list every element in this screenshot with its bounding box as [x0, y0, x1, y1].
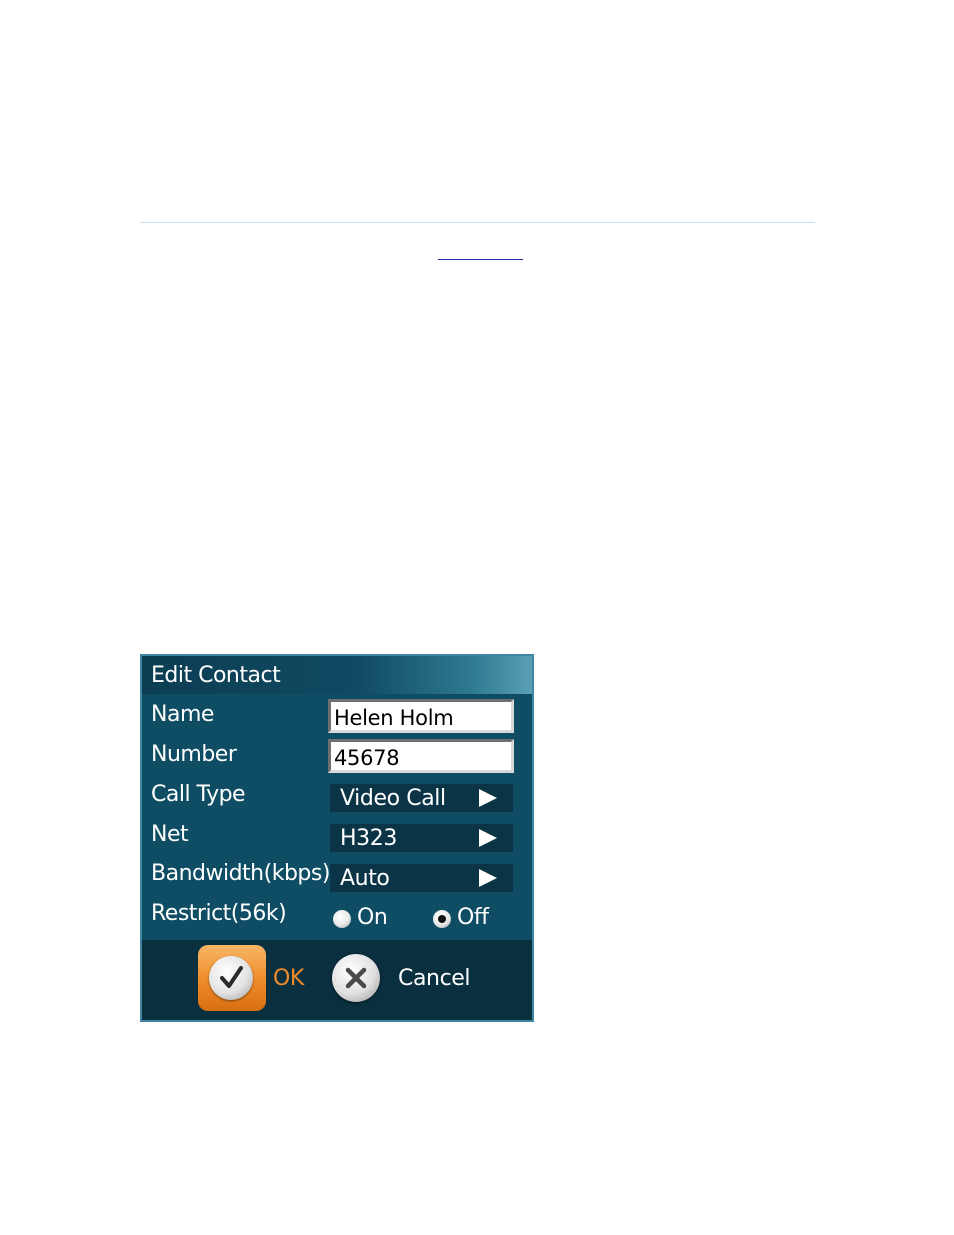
number-label: Number: [151, 742, 237, 767]
name-label: Name: [151, 702, 214, 727]
arrow-right-icon: [479, 829, 497, 847]
net-selector[interactable]: H323: [330, 824, 513, 852]
net-value: H323: [340, 826, 397, 851]
cancel-label[interactable]: Cancel: [398, 966, 471, 991]
document-link[interactable]: [438, 244, 523, 260]
restrict-on-label: On: [357, 905, 388, 930]
close-icon: [345, 967, 367, 989]
dialog-title: Edit Contact: [151, 663, 281, 688]
bandwidth-label: Bandwidth(kbps): [151, 861, 330, 886]
ok-label[interactable]: OK: [273, 966, 304, 991]
net-label: Net: [151, 822, 189, 847]
check-icon: [209, 956, 253, 1000]
edit-contact-dialog: Edit Contact Name Helen Holm Number 4567…: [140, 654, 534, 1022]
dialog-title-bar: Edit Contact: [142, 656, 532, 694]
ok-button[interactable]: [198, 945, 266, 1011]
arrow-right-icon: [479, 869, 497, 887]
cancel-button[interactable]: [332, 954, 380, 1002]
name-input[interactable]: Helen Holm: [328, 699, 514, 733]
bandwidth-value: Auto: [340, 866, 390, 891]
page: Edit Contact Name Helen Holm Number 4567…: [0, 0, 954, 1235]
restrict-label: Restrict(56k): [151, 901, 287, 926]
dialog-footer: OK Cancel: [142, 940, 532, 1020]
call-type-label: Call Type: [151, 782, 246, 807]
header-rule: [140, 222, 815, 223]
call-type-selector[interactable]: Video Call: [330, 784, 513, 812]
restrict-off-label: Off: [457, 905, 489, 930]
bandwidth-selector[interactable]: Auto: [330, 864, 513, 892]
restrict-off-radio[interactable]: [433, 910, 451, 928]
number-input[interactable]: 45678: [328, 739, 514, 773]
restrict-on-radio[interactable]: [333, 910, 351, 928]
arrow-right-icon: [479, 789, 497, 807]
call-type-value: Video Call: [340, 786, 446, 811]
